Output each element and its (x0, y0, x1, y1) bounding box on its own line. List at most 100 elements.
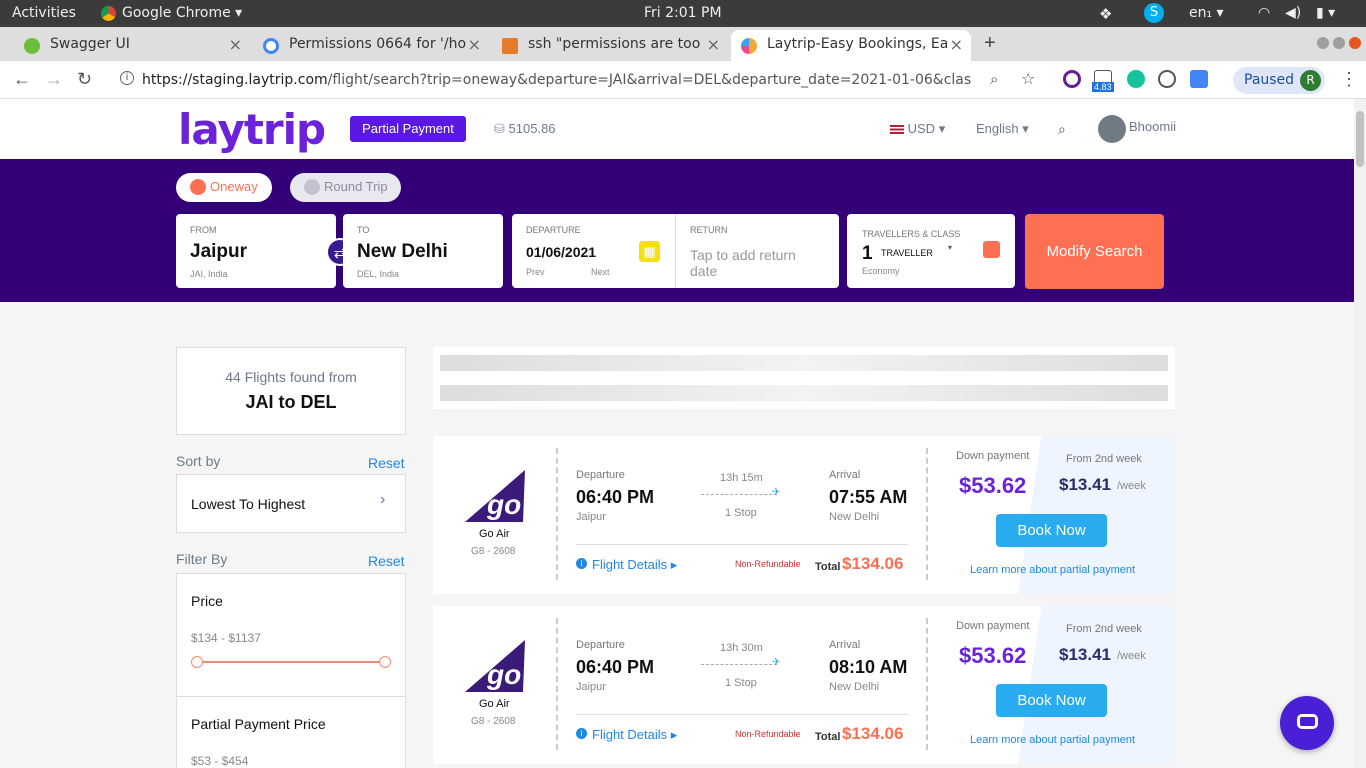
sort-reset-link[interactable]: Reset (368, 455, 405, 471)
chevron-right-icon: › (380, 491, 386, 508)
next-date-button[interactable]: Next (591, 267, 610, 277)
chrome-icon (101, 6, 116, 21)
activities-button[interactable]: Activities (12, 5, 76, 21)
filter-label: Filter By (176, 551, 228, 567)
laytrip-icon (741, 38, 757, 54)
volume-icon[interactable]: ◀) (1285, 5, 1301, 21)
svg-text:go: go (486, 659, 521, 690)
to-field[interactable]: TO New Delhi DEL, India (343, 214, 503, 288)
coins-icon: ⛁ (494, 121, 505, 136)
extension-colorpick-icon[interactable] (1063, 70, 1081, 88)
book-now-button[interactable]: Book Now (996, 514, 1107, 547)
app-menu[interactable]: Google Chrome ▾ (122, 5, 242, 21)
price-slider[interactable] (196, 661, 386, 663)
avatar[interactable] (1098, 115, 1126, 143)
reload-icon[interactable]: ↻ (77, 69, 92, 90)
plane-icon: ✈ (772, 657, 781, 668)
info-icon: i (576, 728, 587, 739)
chevron-down-icon: ▾ (948, 243, 953, 252)
new-tab-button[interactable]: + (984, 32, 996, 55)
clock[interactable]: Fri 2:01 PM (644, 5, 722, 21)
system-top-bar: Activities Google Chrome ▾ Fri 2:01 PM ❖… (0, 0, 1366, 27)
minimize-button[interactable] (1317, 37, 1329, 49)
search-icon[interactable]: ⌕ (1058, 121, 1066, 138)
prev-date-button[interactable]: Prev (526, 267, 545, 277)
swagger-icon (24, 38, 40, 54)
keyboard-layout[interactable]: en₁ ▾ (1189, 5, 1224, 21)
zoom-icon[interactable]: ⌕ (990, 70, 998, 88)
user-name[interactable]: Bhoomii (1129, 119, 1176, 134)
route-line (701, 494, 777, 495)
seat-icon (983, 241, 1000, 258)
skype-icon[interactable]: S (1144, 3, 1164, 23)
coins-balance[interactable]: ⛁ 5105.86 (494, 121, 556, 137)
goair-logo-icon: go (465, 640, 525, 692)
price-max-handle[interactable] (379, 656, 391, 668)
calendar-icon[interactable]: ▦ (639, 241, 660, 262)
roundtrip-icon (304, 179, 320, 195)
price-min-handle[interactable] (191, 656, 203, 668)
us-flag-icon (890, 125, 904, 135)
grammarly-icon[interactable] (1127, 70, 1145, 88)
url-text: https://staging.laytrip.com/flight/searc… (142, 72, 972, 88)
oneway-toggle[interactable]: Oneway (176, 173, 272, 202)
arrow-right-icon (190, 179, 206, 195)
close-icon[interactable]: × (707, 35, 720, 54)
goair-logo-icon: go (465, 470, 525, 522)
currency-select[interactable]: USD ▾ (890, 121, 945, 137)
route-line (701, 664, 777, 665)
learn-more-link[interactable]: Learn more about partial payment (970, 734, 1135, 746)
from-field[interactable]: FROM Jaipur JAI, India (176, 214, 336, 288)
language-select[interactable]: English ▾ (976, 121, 1029, 137)
tab-laytrip[interactable]: Laytrip-Easy Bookings, Ea × (731, 30, 971, 61)
tab-permissions[interactable]: Permissions 0664 for '/ho × (253, 30, 489, 61)
learn-more-link[interactable]: Learn more about partial payment (970, 564, 1135, 576)
filter-panel: Price $134 - $1137 Partial Payment Price… (176, 573, 406, 768)
close-icon[interactable]: × (229, 35, 242, 54)
sort-select[interactable]: Lowest To Highest › (176, 474, 406, 533)
page-scrollbar[interactable] (1354, 99, 1366, 768)
avatar: R (1300, 70, 1321, 91)
book-now-button[interactable]: Book Now (996, 684, 1107, 717)
roundtrip-toggle[interactable]: Round Trip (290, 173, 401, 202)
plane-icon: ✈ (772, 487, 781, 498)
battery-icon[interactable]: ▮ ▾ (1316, 5, 1335, 21)
flight-card: go Go Air G8 - 2608 Departure 06:40 PM J… (433, 436, 1175, 594)
close-icon[interactable]: × (468, 35, 481, 54)
tab-ssh[interactable]: ssh "permissions are too × (492, 30, 728, 61)
wifi-icon[interactable]: ◠ (1258, 5, 1270, 21)
tab-swagger[interactable]: Swagger UI × (14, 30, 250, 61)
modify-search-button[interactable]: Modify Search (1025, 214, 1164, 289)
sort-label: Sort by (176, 453, 221, 469)
back-icon[interactable]: ← (13, 69, 31, 90)
info-icon[interactable]: i (120, 71, 134, 85)
close-window-button[interactable] (1349, 37, 1361, 49)
profile-paused-button[interactable]: Paused R (1233, 67, 1325, 94)
flight-details-link[interactable]: Flight Details ▸ (592, 727, 677, 743)
chat-icon (1297, 714, 1318, 729)
forward-icon[interactable]: → (45, 69, 63, 90)
address-bar[interactable]: i https://staging.laytrip.com/flight/sea… (110, 66, 1050, 94)
return-date-field[interactable]: Tap to add return date (690, 247, 810, 279)
filter-reset-link[interactable]: Reset (368, 553, 405, 569)
travellers-field[interactable]: TRAVELLERS & CLASS 1 TRAVELLER ▾ Economy (847, 214, 1015, 288)
maximize-button[interactable] (1333, 37, 1345, 49)
flight-card: go Go Air G8 - 2608 Departure 06:40 PM J… (433, 606, 1175, 764)
stackoverflow-icon (502, 38, 518, 54)
translate-icon[interactable] (1190, 70, 1208, 88)
menu-icon[interactable]: ⋮ (1340, 69, 1358, 90)
close-icon[interactable]: × (950, 35, 963, 54)
search-panel: Oneway Round Trip FROM Jaipur JAI, India… (0, 159, 1354, 302)
dropbox-icon[interactable]: ❖ (1099, 5, 1112, 23)
flight-details-link[interactable]: Flight Details ▸ (592, 557, 677, 573)
speed-icon[interactable] (1158, 70, 1176, 88)
partial-payment-button[interactable]: Partial Payment (350, 116, 466, 142)
chat-button[interactable] (1280, 696, 1334, 750)
bookmark-star-icon[interactable]: ☆ (1021, 69, 1035, 88)
browser-toolbar: ← → ↻ i https://staging.laytrip.com/flig… (0, 61, 1366, 99)
svg-text:go: go (486, 489, 521, 520)
results-summary: 44 Flights found from JAI to DEL (176, 347, 406, 435)
date-field[interactable]: DEPARTURE 01/06/2021 Prev Next ▦ RETURN … (512, 214, 839, 288)
loading-placeholder (433, 347, 1175, 409)
laytrip-logo[interactable]: laytrip (178, 105, 326, 154)
